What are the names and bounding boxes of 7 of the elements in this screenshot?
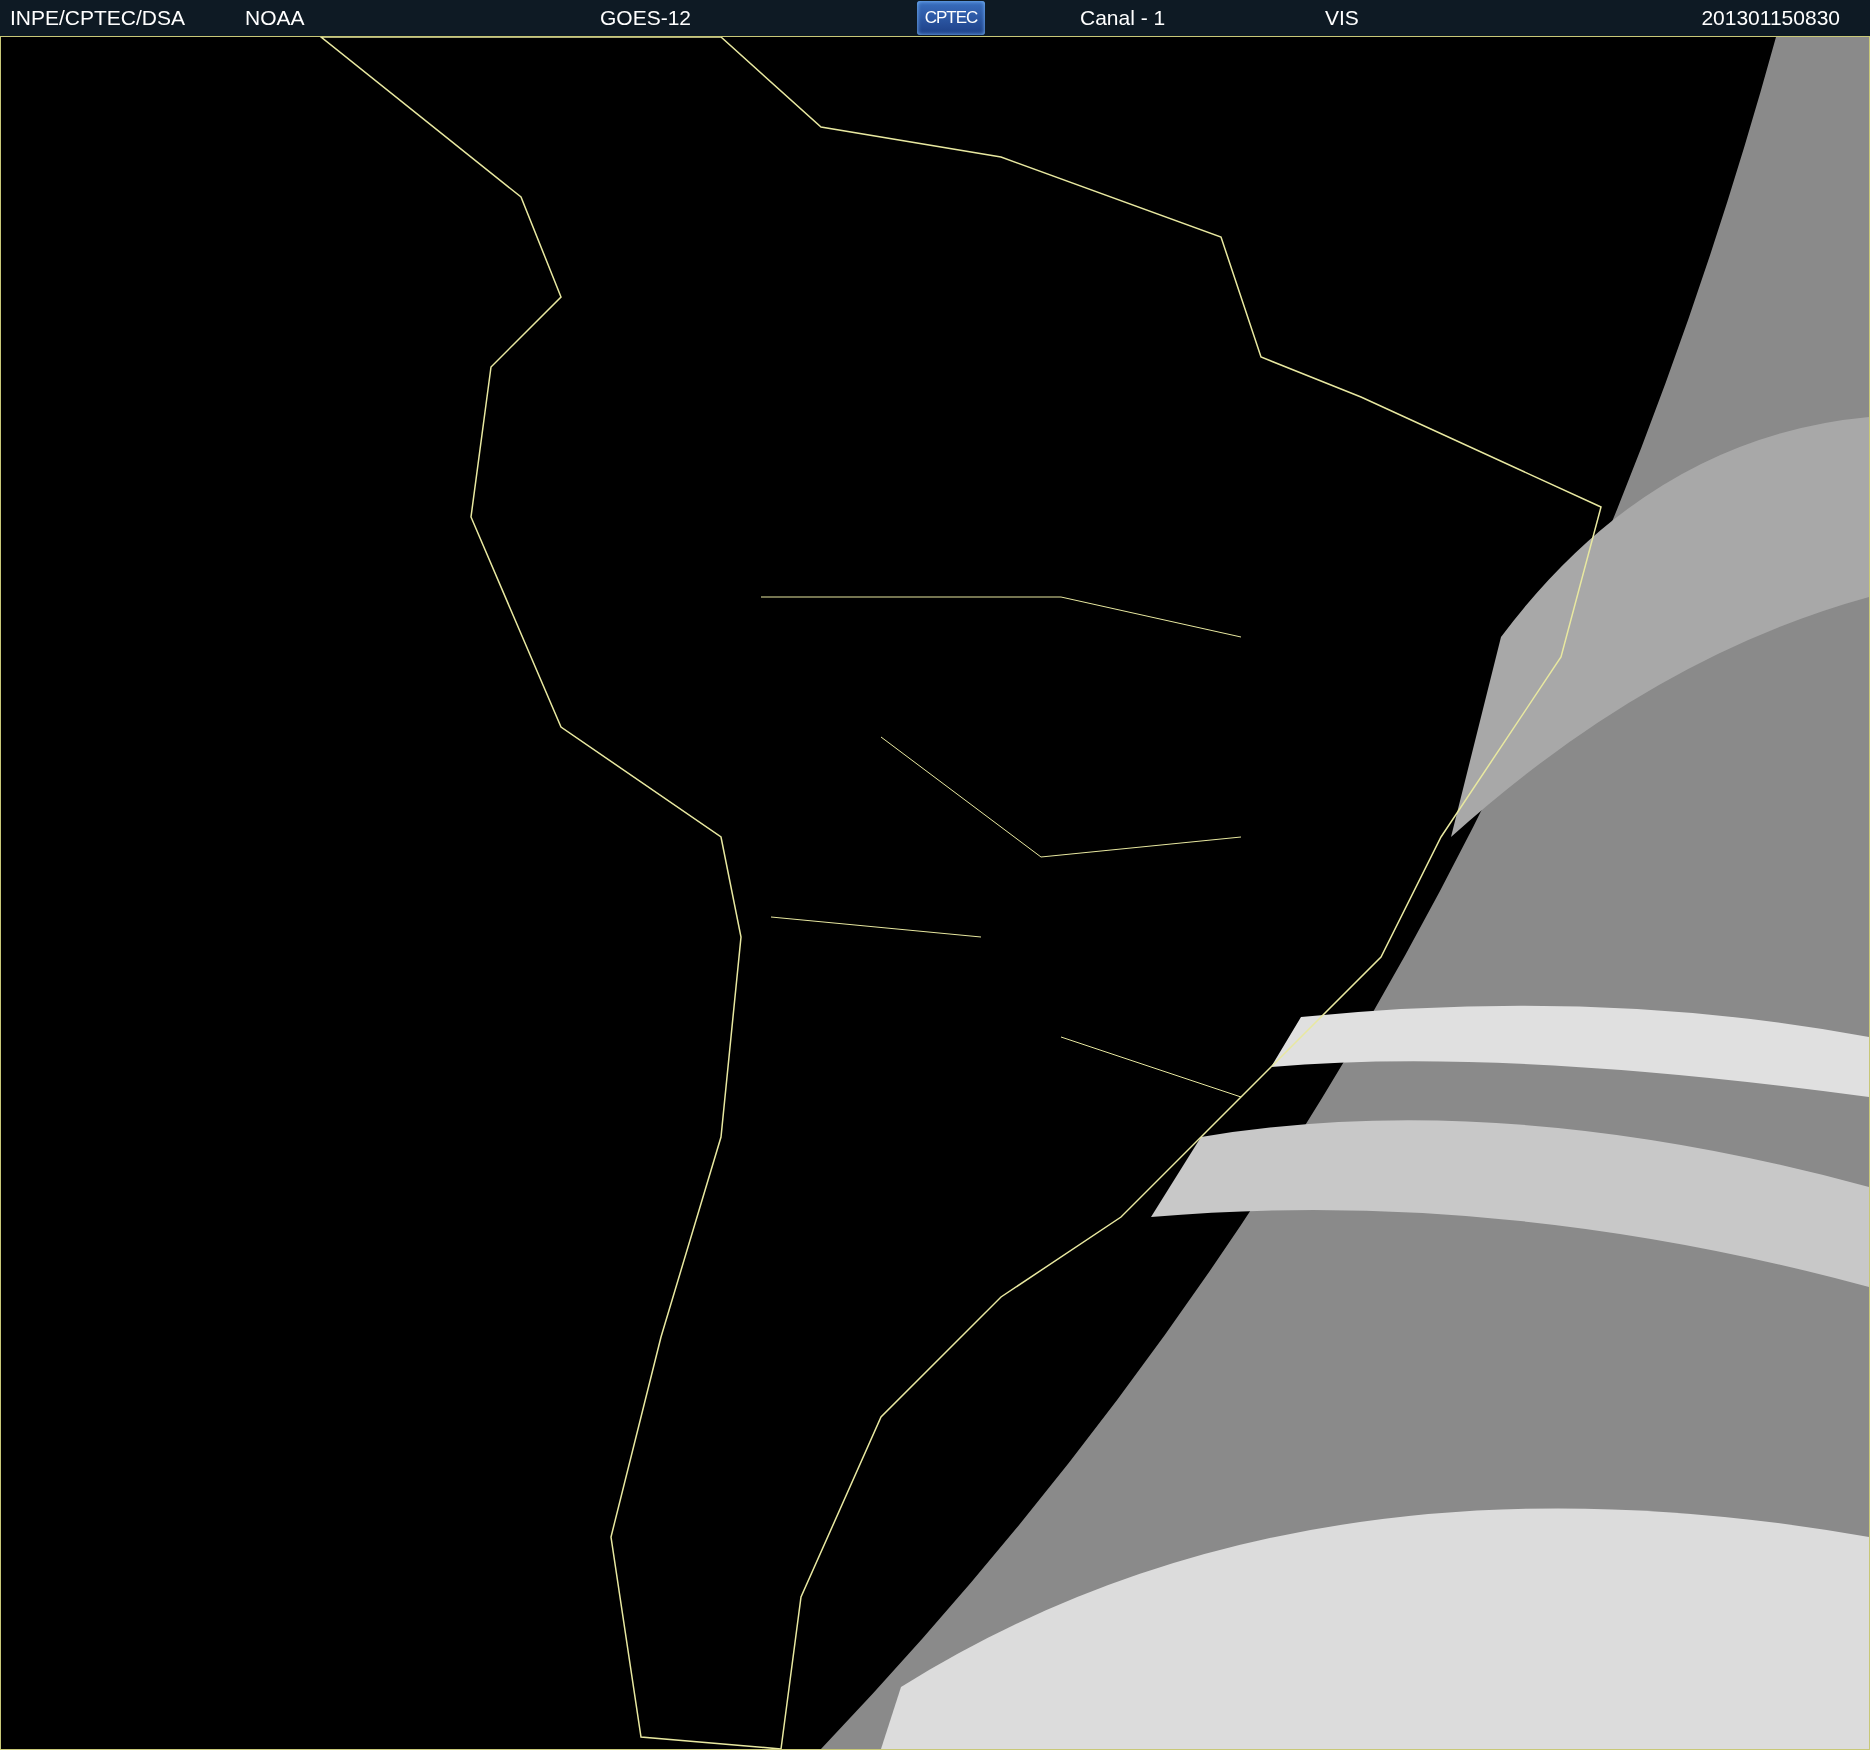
header-label: GOES-12 bbox=[600, 6, 692, 30]
logo: CPTEC bbox=[917, 1, 985, 35]
header-label: NOAA bbox=[245, 6, 305, 30]
header-label: INPE/CPTEC/DSA bbox=[10, 6, 186, 30]
header-label: VIS bbox=[1325, 6, 1359, 30]
header-label: Canal - 1 bbox=[1080, 6, 1166, 30]
header-label: 201301150830 bbox=[1701, 6, 1840, 30]
